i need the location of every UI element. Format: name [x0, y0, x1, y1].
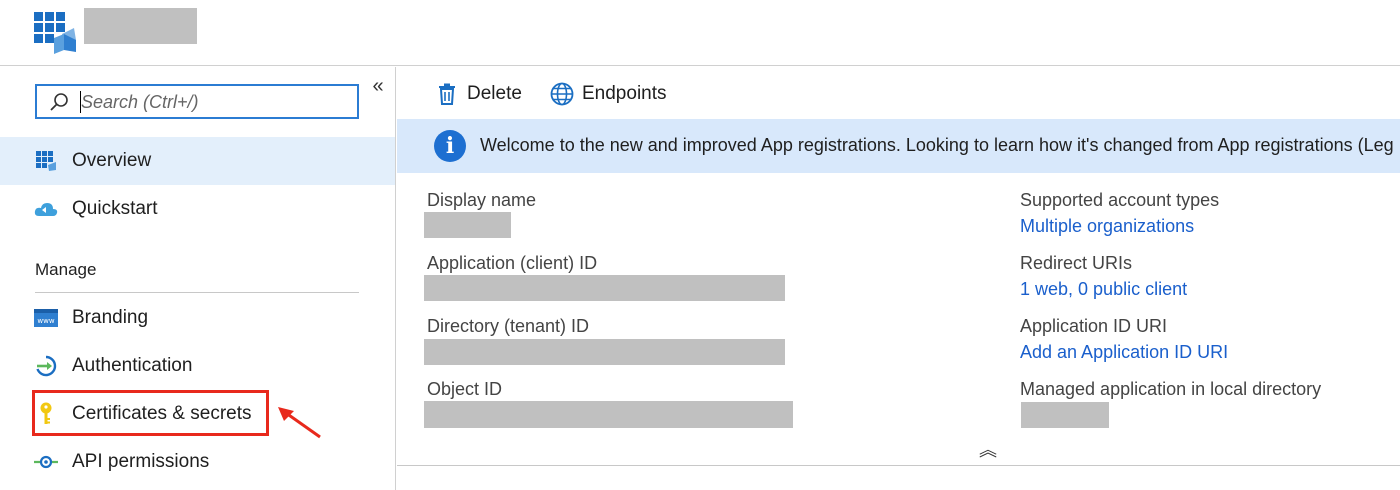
sidebar-item-authentication[interactable]: Authentication	[0, 342, 395, 390]
redirect-uris-link[interactable]: 1 web, 0 public client	[1020, 279, 1187, 300]
globe-icon	[550, 82, 574, 106]
api-permissions-icon	[34, 450, 58, 474]
essentials-divider	[397, 465, 1400, 466]
delete-button[interactable]: Delete	[435, 79, 522, 109]
svg-text:www: www	[37, 317, 54, 325]
object-id-label: Object ID	[427, 379, 503, 399]
managed-app-label: Managed application in local directory	[1020, 379, 1322, 399]
sidebar-item-label: Overview	[72, 150, 152, 171]
sidebar-item-label: Certificates & secrets	[72, 403, 252, 424]
display-name-label: Display name	[427, 190, 537, 210]
search-input[interactable]	[81, 89, 351, 115]
client-id-redacted	[424, 275, 785, 301]
sidebar-item-quickstart[interactable]: Quickstart	[0, 185, 395, 233]
app-id-uri-link[interactable]: Add an Application ID URI	[1020, 342, 1228, 363]
sidebar-item-label: Quickstart	[72, 198, 158, 219]
info-banner[interactable]: i Welcome to the new and improved App re…	[397, 119, 1400, 173]
account-types-label: Supported account types	[1020, 190, 1220, 210]
app-title-redacted	[84, 8, 197, 44]
sidebar-item-api-permissions[interactable]: API permissions	[0, 438, 395, 486]
sidebar-item-overview[interactable]: Overview	[0, 137, 395, 185]
delete-label: Delete	[467, 83, 522, 104]
sidebar-item-branding[interactable]: www Branding	[0, 294, 395, 342]
top-header	[0, 0, 1400, 66]
section-label-manage: Manage	[35, 260, 97, 279]
app-registrations-icon	[34, 12, 76, 54]
section-divider	[35, 292, 359, 293]
annotation-arrow-icon	[276, 405, 326, 441]
display-name-redacted	[424, 212, 511, 238]
sidebar-item-label: Authentication	[72, 355, 193, 376]
object-id-redacted	[424, 401, 793, 428]
endpoints-button[interactable]: Endpoints	[550, 79, 667, 109]
sidebar-item-label: Branding	[72, 307, 149, 328]
collapse-essentials-button[interactable]: ︽	[977, 439, 999, 461]
main-content: Delete Endpoints i Welcome to the new an…	[397, 67, 1400, 490]
sidebar-search[interactable]	[35, 84, 359, 119]
sidebar-item-label: API permissions	[72, 451, 210, 472]
sidebar-item-certificates-secrets[interactable]: Certificates & secrets	[0, 390, 395, 438]
managed-app-redacted	[1021, 402, 1109, 428]
app-id-uri-label: Application ID URI	[1020, 316, 1168, 336]
client-id-label: Application (client) ID	[427, 253, 598, 273]
banner-text: Welcome to the new and improved App regi…	[480, 135, 1394, 155]
cloud-quickstart-icon	[34, 197, 58, 221]
search-icon	[49, 92, 69, 112]
account-types-link[interactable]: Multiple organizations	[1020, 216, 1194, 237]
redirect-uris-label: Redirect URIs	[1020, 253, 1133, 273]
tenant-id-label: Directory (tenant) ID	[427, 316, 590, 336]
collapse-sidebar-button[interactable]: «	[368, 75, 388, 97]
overview-grid-icon	[34, 149, 58, 173]
authentication-icon	[34, 354, 58, 378]
key-icon	[34, 402, 58, 426]
tenant-id-redacted	[424, 339, 785, 365]
branding-www-icon: www	[34, 306, 58, 330]
trash-icon	[435, 82, 459, 106]
sidebar: « Overview Quickstart Manage	[0, 67, 396, 490]
endpoints-label: Endpoints	[582, 83, 667, 104]
info-icon: i	[434, 130, 466, 162]
